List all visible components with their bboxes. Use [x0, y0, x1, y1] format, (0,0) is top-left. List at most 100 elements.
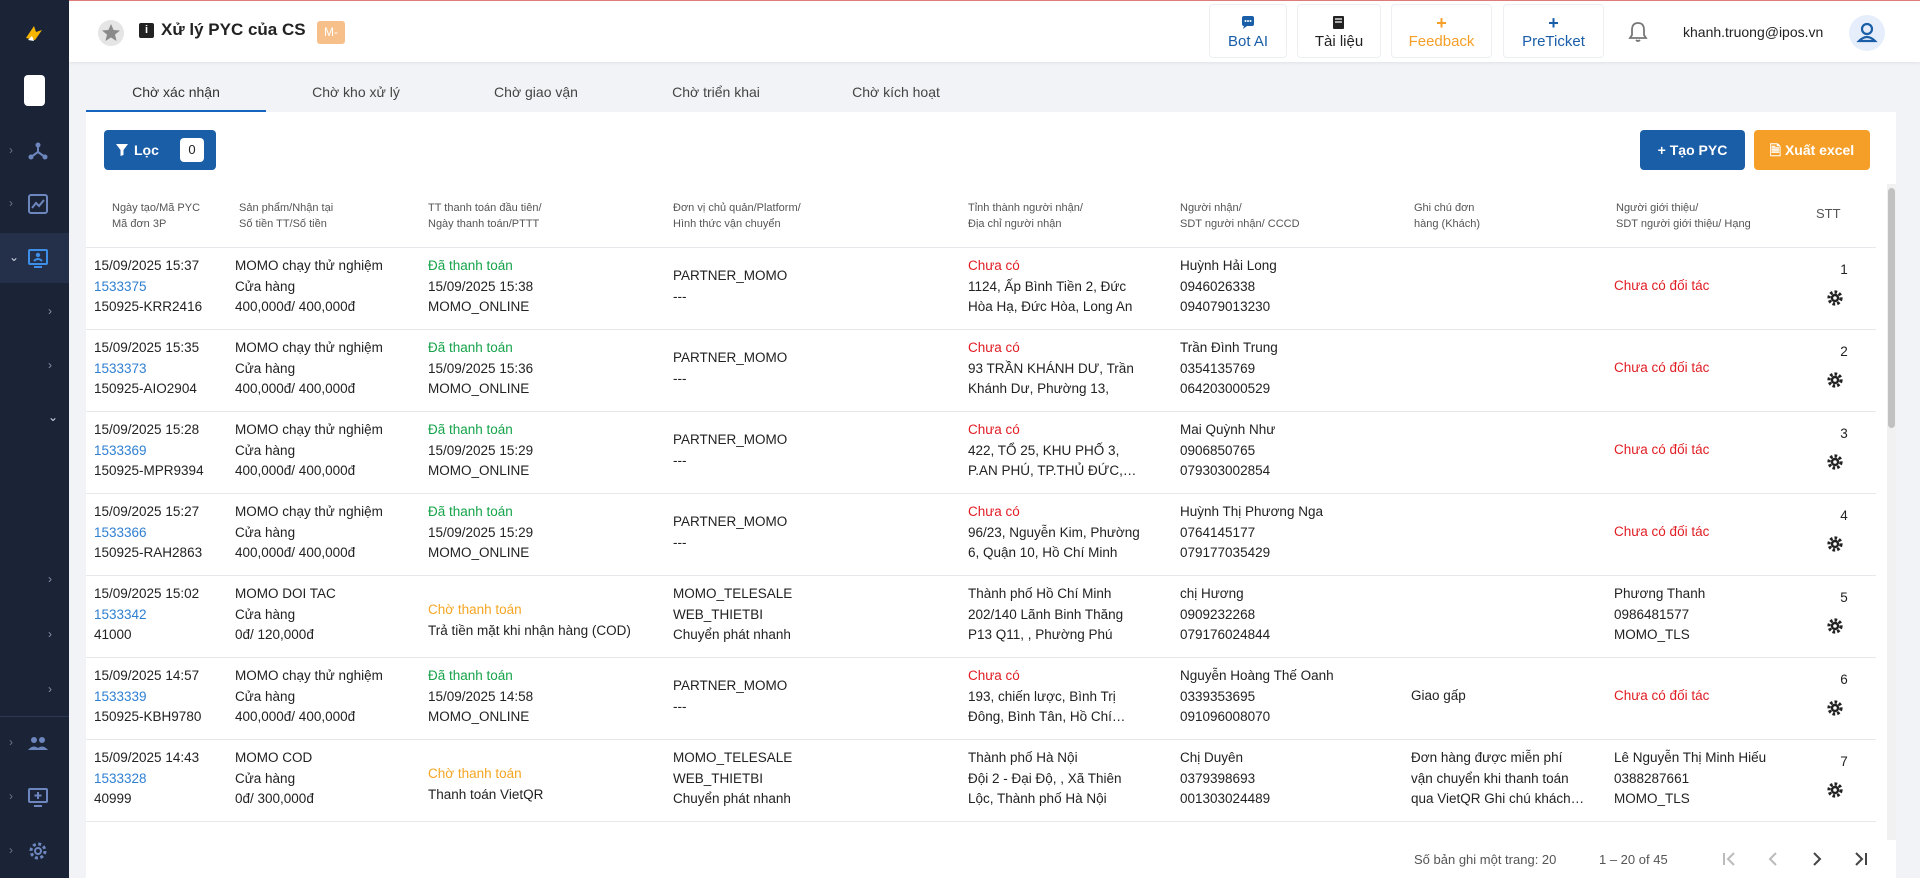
header-stt: STT [1816, 206, 1841, 221]
province-label: Chưa có [968, 504, 1020, 519]
referrer-cell: Chưa có đối tác [1614, 276, 1709, 297]
row-settings-gear-icon[interactable] [1825, 452, 1845, 472]
receiver-line: Trần Đình Trung [1180, 340, 1278, 355]
bot-ai-button[interactable]: Bot AI [1209, 4, 1287, 58]
chevron-down-icon[interactable]: ⌄ [48, 410, 58, 424]
table-row[interactable]: 15/09/2025 15:27 1533366 150925-RAH2863 MOM… [86, 494, 1876, 576]
row-number-value: 6 [1840, 672, 1848, 687]
pyc-code-link[interactable]: 1533339 [94, 687, 201, 708]
province-label: Thành phố Hà Nội [968, 750, 1078, 765]
header-unit: Đơn vị chủ quản/Platform/Hình thức vận c… [673, 202, 801, 230]
table-row[interactable]: 15/09/2025 15:28 1533369 150925-MPR9394 MOM… [86, 412, 1876, 494]
row-settings-gear-icon[interactable] [1825, 616, 1845, 636]
chevron-right-icon[interactable]: › [48, 358, 52, 372]
sidebar-item-tickets[interactable]: ⌄ [0, 233, 69, 283]
chevron-right-icon[interactable]: › [48, 627, 52, 641]
tab-cho-xac-nhan[interactable]: Chờ xác nhận [86, 68, 266, 112]
product-line: 400,000đ/ 400,000đ [235, 299, 356, 314]
receiver-line: 094079013230 [1180, 299, 1271, 314]
user-email[interactable]: khanh.truong@ipos.vn [1683, 24, 1823, 40]
table-row[interactable]: 15/09/2025 14:57 1533339 150925-KBH9780 MOM… [86, 658, 1876, 740]
table-row[interactable]: 15/09/2025 15:02 1533342 41000 MOMO DOI TAC… [86, 576, 1876, 658]
sidebar-item-display[interactable]: › [0, 772, 69, 822]
star-icon[interactable] [97, 19, 125, 47]
pyc-code-link[interactable]: 1533373 [94, 359, 199, 380]
row-number-value: 4 [1840, 508, 1848, 523]
created-date: 15/09/2025 15:35 [94, 340, 200, 355]
row-settings-gear-icon[interactable] [1825, 288, 1845, 308]
product-line: 400,000đ/ 400,000đ [235, 709, 356, 724]
pyc-code-link[interactable]: 1533366 [94, 523, 202, 544]
order-3p-code: 40999 [94, 791, 132, 806]
bell-icon[interactable] [1626, 20, 1650, 44]
app-logo-icon[interactable] [22, 22, 46, 46]
info-icon[interactable]: i [139, 23, 154, 38]
tab-cho-kho-xu-ly[interactable]: Chờ kho xử lý [266, 68, 446, 112]
referrer-line: Chưa có đối tác [1614, 442, 1710, 457]
documents-button[interactable]: Tài liệu [1297, 4, 1381, 58]
receiver-line: 0946026338 [1180, 278, 1256, 294]
monitor-plus-icon [28, 788, 48, 807]
address-cell: Chưa có 193, chiến lược, Bình Trị Đông, B… [968, 666, 1143, 730]
pyc-code-link[interactable]: 1533328 [94, 769, 199, 790]
feedback-button[interactable]: + Feedback [1391, 4, 1492, 58]
product-cell: MOMO DOI TAC Cửa hàng 0đ/ 120,000đ [235, 584, 336, 646]
receiver-line: Huỳnh Hải Long [1180, 258, 1277, 273]
pyc-code-link[interactable]: 1533342 [94, 605, 199, 626]
book-icon [1298, 15, 1380, 31]
sidebar-item-users[interactable]: › [0, 718, 69, 768]
chevron-right-icon[interactable]: › [48, 572, 52, 586]
row-number: 2 [1824, 342, 1864, 363]
pyc-code-link[interactable]: 1533369 [94, 441, 204, 462]
unit-cell: MOMO_TELESALE WEB_THIETBI Chuyển phát nhan… [673, 748, 792, 810]
table-row[interactable]: 15/09/2025 15:35 1533373 150925-AIO2904 MOM… [86, 330, 1876, 412]
scrollbar-thumb[interactable] [1888, 188, 1895, 428]
product-line: MOMO chạy thử nghiệm [235, 422, 383, 437]
next-page-icon[interactable] [1806, 848, 1828, 870]
product-cell: MOMO chạy thử nghiệm Cửa hàng 400,000đ/ 40… [235, 420, 383, 482]
chevron-right-icon[interactable]: › [48, 304, 52, 318]
create-pyc-button[interactable]: + Tạo PYC [1640, 130, 1745, 170]
order-3p-code: 150925-AIO2904 [94, 381, 197, 396]
sidebar-item-settings[interactable]: › [0, 826, 69, 876]
address-cell: Chưa có 96/23, Nguyễn Kim, Phường 6, Quận… [968, 502, 1143, 566]
row-settings-gear-icon[interactable] [1825, 698, 1845, 718]
unit-cell: PARTNER_MOMO --- [673, 266, 787, 307]
sidebar-item-network[interactable]: › [0, 126, 69, 176]
row-settings-gear-icon[interactable] [1825, 534, 1845, 554]
tab-cho-trien-khai[interactable]: Chờ triển khai [626, 68, 806, 112]
sidebar-toggle[interactable] [24, 75, 45, 106]
vertical-scrollbar[interactable] [1887, 184, 1896, 840]
filter-button[interactable]: Lọc 0 [104, 130, 216, 170]
receiver-line: 0379398693 [1180, 770, 1256, 786]
product-line: Cửa hàng [235, 278, 296, 294]
row-settings-gear-icon[interactable] [1825, 370, 1845, 390]
first-page-icon[interactable] [1718, 848, 1740, 870]
preticket-button[interactable]: + PreTicket [1503, 4, 1604, 58]
table-header: Ngày tạo/Mã PYC Mã đơn 3P Sản phẩm/Nhận t… [86, 184, 1876, 248]
tab-cho-giao-van[interactable]: Chờ giao vận [446, 68, 626, 112]
previous-page-icon[interactable] [1762, 848, 1784, 870]
chevron-right-icon[interactable]: › [48, 682, 52, 696]
row-settings-gear-icon[interactable] [1825, 780, 1845, 800]
unit-line: PARTNER_MOMO [673, 350, 788, 365]
product-line: MOMO chạy thử nghiệm [235, 668, 383, 683]
created-date: 15/09/2025 15:27 [94, 504, 200, 519]
sidebar-item-analytics[interactable]: › [0, 179, 69, 229]
export-excel-button[interactable]: 🗎 Xuất excel [1754, 130, 1870, 170]
filter-count-badge: 0 [180, 138, 204, 162]
payment-status-badge: Đã thanh toán [428, 340, 513, 355]
order-3p-code: 150925-KBH9780 [94, 709, 202, 724]
table-row[interactable]: 15/09/2025 14:43 1533328 40999 MOMO COD Cửa … [86, 740, 1876, 822]
plus-icon: + [1436, 13, 1447, 33]
unit-cell: PARTNER_MOMO --- [673, 430, 787, 471]
page-size-label[interactable]: Số bản ghi một trang: 20 [1414, 852, 1556, 867]
pyc-code-link[interactable]: 1533375 [94, 277, 202, 298]
last-page-icon[interactable] [1850, 848, 1872, 870]
avatar[interactable] [1849, 15, 1885, 51]
header-date: Ngày tạo/Mã PYC Mã đơn 3P [112, 202, 201, 230]
chevron-right-icon: › [9, 143, 13, 157]
table-row[interactable]: 15/09/2025 15:37 1533375 150925-KRR2416 MOM… [86, 248, 1876, 330]
tab-cho-kich-hoat[interactable]: Chờ kích hoạt [806, 68, 986, 112]
status-tabs: Chờ xác nhận Chờ kho xử lý Chờ giao vận … [86, 68, 1896, 112]
